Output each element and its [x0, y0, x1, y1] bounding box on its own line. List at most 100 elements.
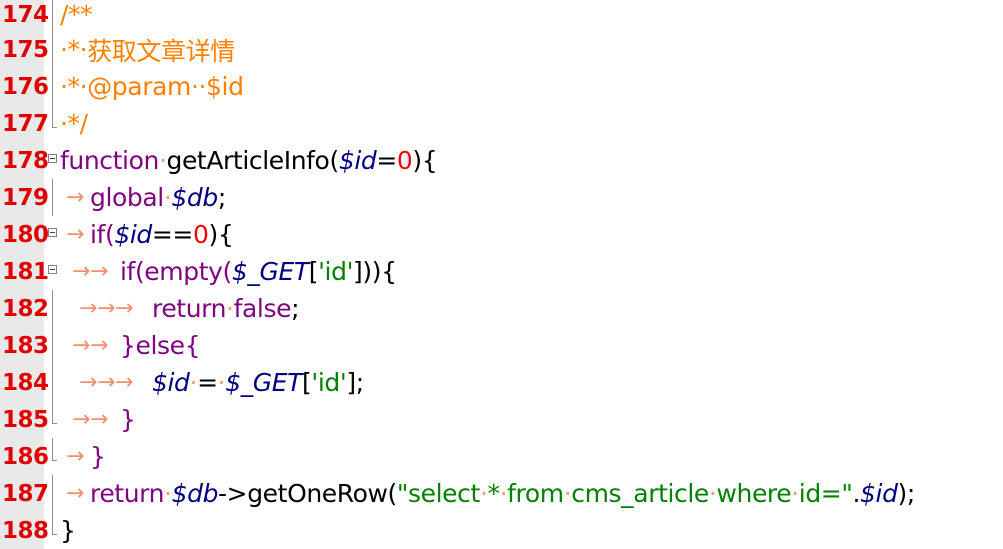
code-line[interactable]: 175 ·*· 获取文章详情 — [0, 31, 1003, 68]
variable-token: $_GET — [231, 257, 309, 286]
string-token: id=" — [798, 479, 853, 508]
code-line[interactable]: 176 ·*· @param ·· $id — [0, 68, 1003, 105]
punct-token: ]; — [346, 368, 364, 397]
fold-marker — [46, 290, 60, 327]
comment-token: ·*/ — [60, 109, 88, 138]
line-number: 183 — [2, 332, 49, 359]
whitespace-marker: · — [563, 479, 572, 508]
tab-marker: →→ — [71, 407, 109, 432]
whitespace-marker: · — [164, 479, 172, 508]
line-number: 180 — [2, 221, 49, 248]
punct-token: } — [90, 442, 106, 471]
fold-marker — [46, 179, 60, 216]
line-number: 181 — [2, 258, 49, 285]
code-line[interactable]: 179 → global · $db ; — [0, 179, 1003, 216]
fold-marker — [46, 364, 60, 401]
line-number: 187 — [2, 480, 49, 507]
code-line[interactable]: 182 →→→ return · false ; — [0, 290, 1003, 327]
variable-token: $id — [338, 146, 377, 175]
keyword-token: if(empty( — [120, 257, 232, 286]
comment-token: ·*· — [60, 35, 88, 64]
tab-marker: →→ — [71, 333, 109, 358]
whitespace-marker: · — [708, 479, 717, 508]
fold-marker — [46, 327, 60, 364]
string-token: 'id' — [318, 257, 354, 286]
whitespace-marker: · — [479, 479, 488, 508]
line-number: 185 — [2, 406, 49, 433]
operator-token: == — [151, 220, 194, 249]
fold-marker — [46, 31, 60, 68]
whitespace-marker: · — [217, 368, 226, 397]
code-line[interactable]: 185 →→ } — [0, 401, 1003, 438]
punct-token: ){ — [412, 146, 438, 175]
code-line[interactable]: 186 → } — [0, 438, 1003, 475]
fold-toggle[interactable] — [46, 142, 60, 179]
keyword-token: global — [90, 183, 164, 212]
comment-param: $id — [206, 72, 244, 101]
tab-marker: →→→ — [78, 296, 134, 321]
tab-marker: →→ — [71, 259, 109, 284]
whitespace-marker: · — [791, 479, 799, 508]
code-line[interactable]: 180 → if( $id == 0 ){ — [0, 216, 1003, 253]
keyword-token: false — [233, 294, 292, 323]
fold-marker — [46, 512, 60, 549]
code-line[interactable]: 178 function · getArticleInfo( $id = 0 )… — [0, 142, 1003, 179]
fold-toggle[interactable] — [46, 253, 60, 290]
keyword-token: if( — [90, 220, 115, 249]
line-number: 175 — [2, 36, 49, 63]
code-line[interactable]: 181 →→ if(empty( $_GET [ 'id' ])){ — [0, 253, 1003, 290]
line-number: 182 — [2, 295, 49, 322]
comment-token: /** — [60, 0, 93, 29]
code-editor[interactable]: 174 /** 175 ·*· 获取文章详情 176 ·*· @param ··… — [0, 0, 1003, 549]
punct-token: } — [120, 405, 136, 434]
comment-tag: @param — [87, 72, 191, 101]
whitespace-marker: · — [163, 183, 172, 212]
string-token: "select — [396, 479, 480, 508]
fold-toggle[interactable] — [46, 216, 60, 253]
whitespace-marker: ·· — [190, 72, 207, 101]
code-line[interactable]: 187 → return · $db ->getOneRow( "select … — [0, 475, 1003, 512]
fold-marker — [46, 438, 60, 475]
string-token: from — [507, 479, 564, 508]
fold-marker — [46, 475, 60, 512]
tab-marker: →→→ — [78, 370, 134, 395]
punct-token: [ — [308, 257, 319, 286]
whitespace-marker: · — [189, 368, 198, 397]
line-number: 188 — [2, 517, 49, 544]
code-line[interactable]: 177 ·*/ — [0, 105, 1003, 142]
variable-token: $db — [171, 183, 218, 212]
punct-token: } — [60, 516, 76, 545]
punct-token: ; — [291, 294, 300, 323]
punct-token: [ — [302, 368, 312, 397]
punct-token: ); — [897, 479, 916, 508]
operator-token: = — [376, 146, 397, 175]
line-number: 178 — [2, 147, 49, 174]
method-call: ->getOneRow( — [218, 479, 397, 508]
operator-token: . — [852, 479, 861, 508]
string-token: * — [487, 479, 500, 508]
variable-token: $db — [171, 479, 219, 508]
comment-token: ·*· — [60, 72, 88, 101]
keyword-token: return — [90, 479, 165, 508]
code-line[interactable]: 184 →→→ $id · = · $_GET [ 'id' ]; — [0, 364, 1003, 401]
code-line[interactable]: 174 /** — [0, 0, 1003, 33]
keyword-token: function — [60, 146, 159, 175]
keyword-token: }else{ — [120, 331, 201, 360]
punct-token: ; — [217, 183, 226, 212]
operator-token: = — [197, 368, 218, 397]
fold-marker — [46, 68, 60, 105]
string-token: where — [716, 479, 792, 508]
fold-marker — [46, 401, 60, 438]
line-number: 176 — [2, 73, 49, 100]
number-token: 0 — [396, 146, 413, 175]
punct-token: ){ — [208, 220, 234, 249]
fold-marker — [46, 0, 60, 33]
code-line[interactable]: 183 →→ }else{ — [0, 327, 1003, 364]
keyword-token: return — [152, 294, 227, 323]
whitespace-marker: · — [499, 479, 508, 508]
punct-token: ])){ — [353, 257, 397, 286]
string-token: cms_article — [571, 479, 709, 508]
function-name: getArticleInfo( — [166, 146, 339, 175]
code-line[interactable]: 188 } — [0, 512, 1003, 549]
fold-marker — [46, 105, 60, 142]
